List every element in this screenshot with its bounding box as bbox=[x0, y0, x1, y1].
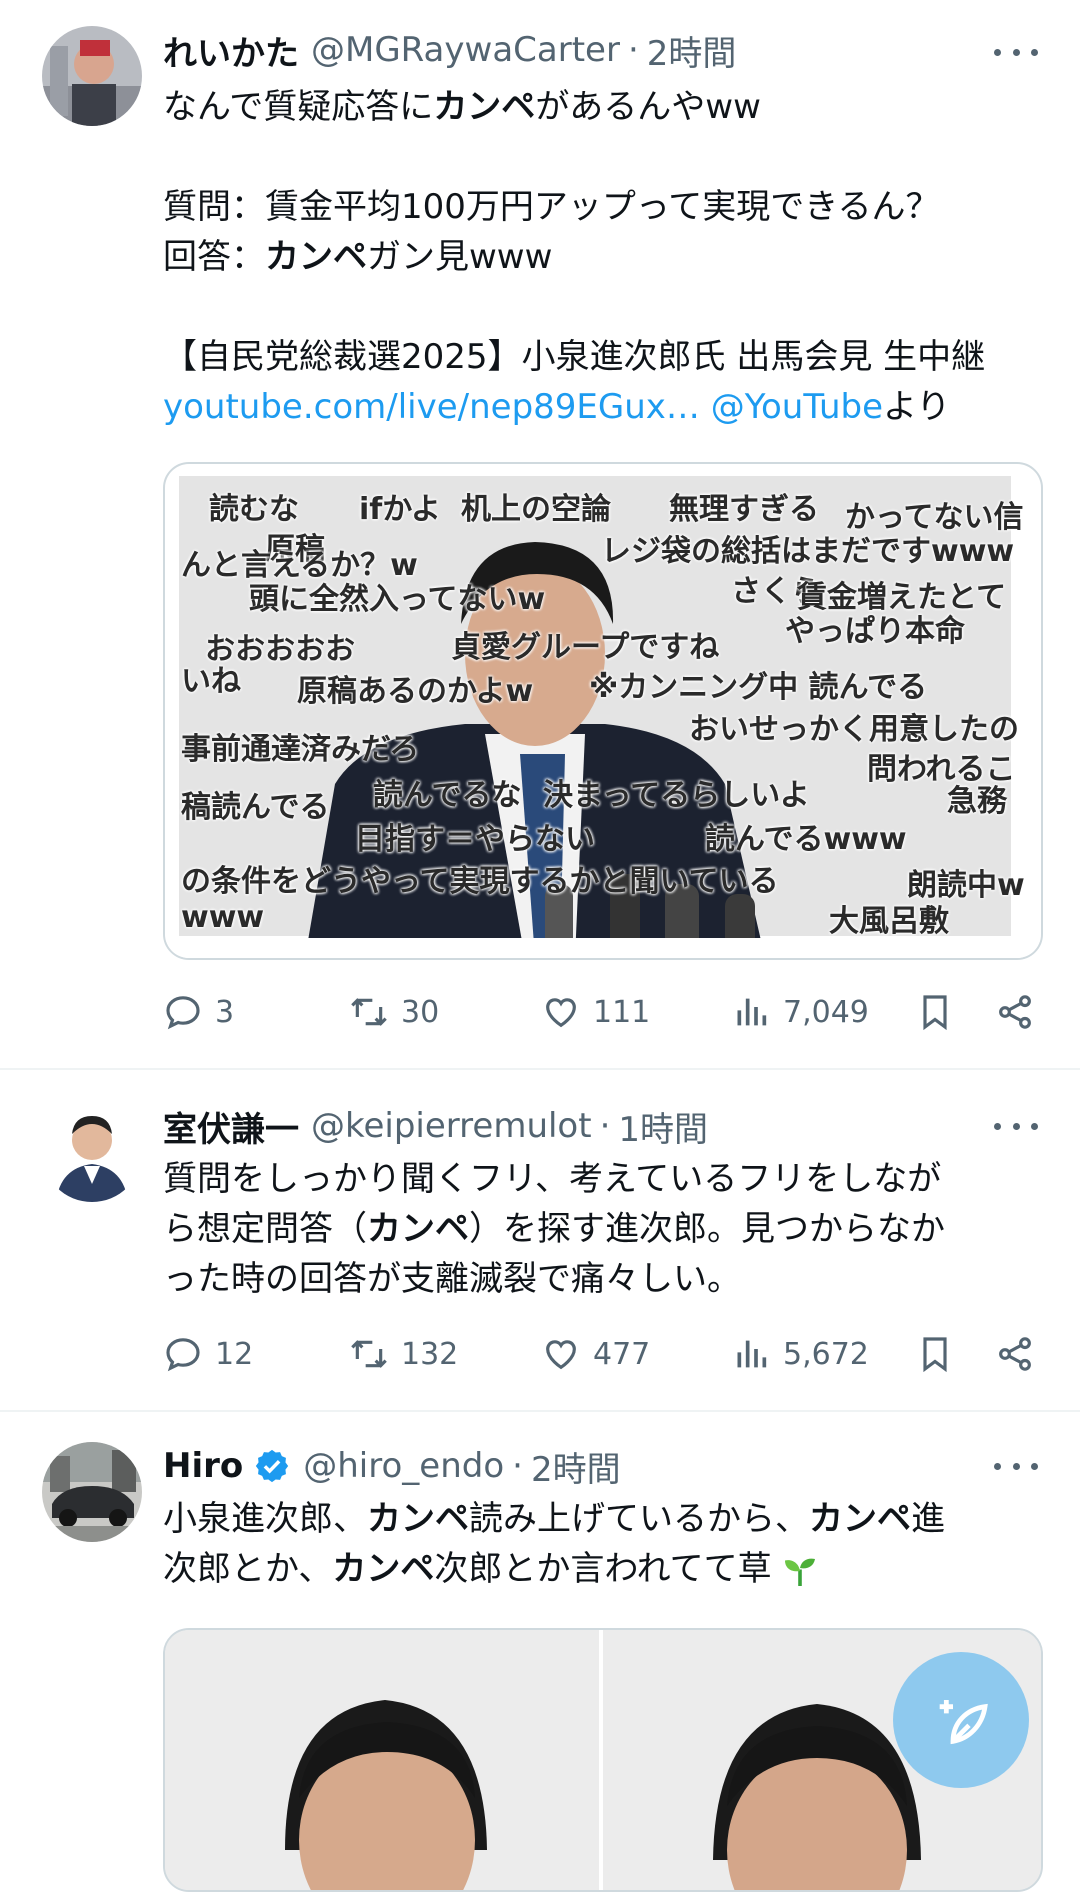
danmaku-comment: 読んでるwww bbox=[705, 822, 907, 857]
views-button[interactable]: 7,049 bbox=[731, 984, 869, 1040]
danmaku-comment: 読むな bbox=[209, 492, 299, 527]
danmaku-comment: 事前通達済みだろ bbox=[181, 732, 420, 767]
reply-icon bbox=[166, 1338, 200, 1372]
retweet-count: 132 bbox=[401, 1336, 459, 1372]
timestamp[interactable]: 2時間 bbox=[531, 1442, 621, 1491]
bookmark-button[interactable] bbox=[915, 1326, 967, 1382]
danmaku-comment: 稿読んでる bbox=[181, 790, 330, 825]
like-icon bbox=[546, 1340, 576, 1370]
danmaku-comment: 大風呂敷 bbox=[829, 904, 949, 939]
user-handle[interactable]: @MGRaywaCarter bbox=[311, 30, 620, 70]
danmaku-comment: 頭に全然入ってないw bbox=[249, 582, 546, 617]
danmaku-comment: 決まってるらしいよ bbox=[543, 778, 810, 813]
danmaku-comment: 無理すぎる bbox=[669, 492, 819, 527]
user-handle[interactable]: @keipierremulot bbox=[311, 1106, 592, 1146]
views-count: 5,672 bbox=[783, 1336, 869, 1372]
danmaku-comment: 急務 bbox=[947, 784, 1007, 819]
danmaku-comment: 机上の空論 bbox=[461, 492, 611, 527]
display-name[interactable]: 室伏謙一 bbox=[163, 1102, 299, 1151]
reply-icon bbox=[166, 996, 200, 1030]
bookmark-icon bbox=[923, 995, 947, 1031]
action-bar: 3 30 111 7,049 bbox=[163, 984, 1043, 1040]
reply-count: 12 bbox=[215, 1336, 254, 1372]
danmaku-comment: 原稿あるのかよw bbox=[297, 674, 534, 709]
retweet-icon bbox=[351, 998, 387, 1026]
like-button[interactable]: 477 bbox=[541, 1326, 650, 1382]
retweet-count: 30 bbox=[401, 994, 440, 1030]
photo-left[interactable] bbox=[165, 1630, 599, 1890]
bookmark-button[interactable] bbox=[915, 984, 967, 1040]
avatar[interactable] bbox=[42, 26, 142, 126]
display-name[interactable]: Hiro bbox=[163, 1446, 243, 1486]
tweet-header: れいかた @MGRaywaCarter · 2時間 bbox=[163, 24, 736, 76]
more-icon[interactable] bbox=[994, 1446, 1038, 1486]
more-icon[interactable] bbox=[994, 32, 1038, 72]
like-count: 477 bbox=[593, 1336, 651, 1372]
tweet-3[interactable]: Hiro @hiro_endo · 2時間 小泉進次郎、カンペ読み上げているから… bbox=[0, 1412, 1080, 1892]
separator-dot: · bbox=[627, 30, 639, 70]
tweet-1[interactable]: れいかた @MGRaywaCarter · 2時間 なんで質疑応答にカンペがある… bbox=[0, 0, 1080, 1068]
separator-dot: · bbox=[512, 1446, 523, 1486]
danmaku-comment: ifかよ bbox=[359, 492, 441, 527]
danmaku-comment: www bbox=[181, 900, 265, 935]
youtube-mention[interactable]: @YouTube bbox=[711, 387, 883, 427]
danmaku-comment: 目指す＝やらない bbox=[355, 822, 595, 857]
views-icon bbox=[737, 998, 767, 1026]
tweet-2[interactable]: 室伏謙一 @keipierremulot · 1時間 質問をしっかり聞くフリ、考… bbox=[0, 1070, 1080, 1410]
display-name[interactable]: れいかた bbox=[163, 26, 299, 75]
views-button[interactable]: 5,672 bbox=[731, 1326, 869, 1382]
retweet-button[interactable]: 30 bbox=[349, 984, 439, 1040]
share-button[interactable] bbox=[995, 984, 1047, 1040]
timestamp[interactable]: 1時間 bbox=[618, 1102, 708, 1151]
avatar[interactable] bbox=[42, 1442, 142, 1542]
danmaku-comment: いね bbox=[181, 664, 241, 699]
danmaku-comment: レジ袋の総括はまだですwww bbox=[601, 534, 1015, 569]
like-icon bbox=[546, 998, 576, 1028]
views-icon bbox=[737, 1340, 767, 1368]
tweet-header: Hiro @hiro_endo · 2時間 bbox=[163, 1440, 621, 1492]
tweet-text: なんで質疑応答にカンペがあるんやww 質問：賃金平均100万円アップって実現でき… bbox=[163, 87, 986, 427]
danmaku-comment: ※カンニング中 読んでる bbox=[589, 670, 928, 705]
video-card[interactable]: 読むな ifかよ 机上の空論 無理すぎる かってない信 原稿 んと言えるか？w … bbox=[163, 462, 1043, 960]
share-icon bbox=[999, 995, 1031, 1029]
reply-count: 3 bbox=[215, 994, 235, 1030]
more-icon[interactable] bbox=[994, 1106, 1038, 1146]
separator-dot: · bbox=[599, 1106, 611, 1146]
compose-icon bbox=[939, 1700, 988, 1745]
compose-button[interactable] bbox=[893, 1652, 1029, 1788]
youtube-link[interactable]: youtube.com/live/nep89EGux… bbox=[163, 387, 700, 427]
danmaku-comment: おいせっかく用意したの bbox=[689, 712, 1019, 747]
share-icon bbox=[999, 1337, 1031, 1371]
share-button[interactable] bbox=[995, 1326, 1047, 1382]
like-count: 111 bbox=[593, 994, 651, 1030]
danmaku-comment: の条件をどうやって実現するかと聞いている bbox=[181, 864, 779, 899]
reply-button[interactable]: 12 bbox=[163, 1326, 253, 1382]
retweet-button[interactable]: 132 bbox=[349, 1326, 458, 1382]
bookmark-icon bbox=[923, 1337, 947, 1373]
tweet-header: 室伏謙一 @keipierremulot · 1時間 bbox=[163, 1100, 708, 1152]
retweet-icon bbox=[351, 1340, 387, 1368]
danmaku-comment: 貞愛グループですね bbox=[451, 630, 720, 665]
reply-button[interactable]: 3 bbox=[163, 984, 234, 1040]
verified-icon bbox=[256, 1449, 289, 1483]
tweet-text: 質問をしっかり聞くフリ、考えているフリをしなが ら想定問答（カンペ）を探す進次郎… bbox=[163, 1159, 945, 1299]
sprout-emoji bbox=[785, 1558, 816, 1586]
tweet-text: 小泉進次郎、カンペ読み上げているから、カンペ進 次郎とか、カンペ次郎とか言われて… bbox=[163, 1499, 945, 1589]
action-bar: 12 132 477 5,672 bbox=[163, 1326, 1043, 1382]
user-handle[interactable]: @hiro_endo bbox=[303, 1446, 504, 1486]
views-count: 7,049 bbox=[783, 994, 869, 1030]
danmaku-comment: 読んでるな bbox=[373, 778, 522, 813]
timestamp[interactable]: 2時間 bbox=[647, 26, 737, 75]
avatar[interactable] bbox=[42, 1102, 142, 1202]
danmaku-comment: やっぱり本命 bbox=[785, 614, 965, 649]
like-button[interactable]: 111 bbox=[541, 984, 650, 1040]
